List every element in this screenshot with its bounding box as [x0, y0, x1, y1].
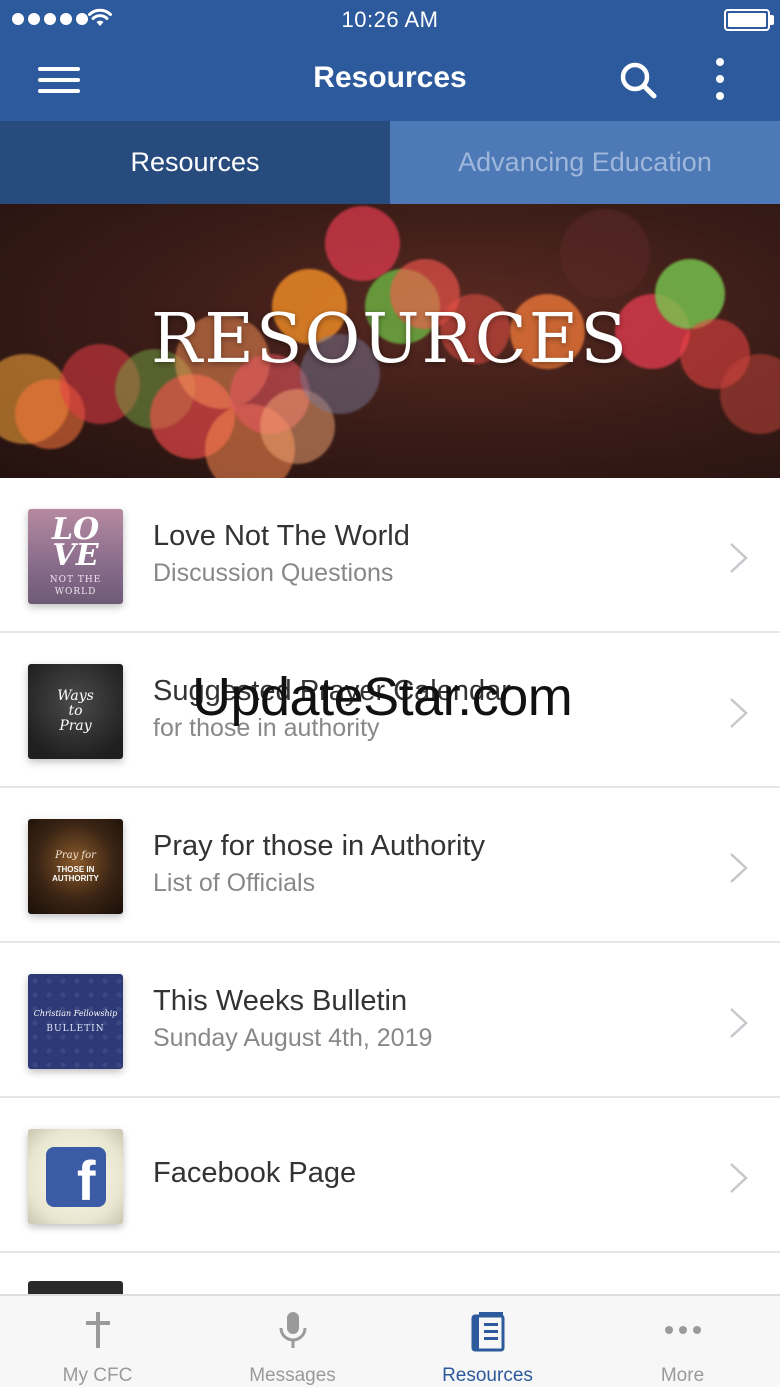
list-item-subtitle: Sunday August 4th, 2019 [153, 1024, 433, 1052]
microphone-icon [279, 1312, 306, 1348]
love-not-the-world-thumbnail: LO VE NOT THE WORLD [28, 509, 123, 604]
list-item[interactable]: Pray for THOSE IN AUTHORITY Pray for tho… [0, 788, 780, 943]
list-item-subtitle: Discussion Questions [153, 559, 394, 587]
tabbar-item-messages[interactable]: Messages [195, 1296, 390, 1387]
thumb-text: Christian Fellowship [33, 1009, 118, 1018]
list-item-title: Facebook Page [153, 1157, 357, 1189]
list-item-texts: Love Not The World Discussion Questions [153, 520, 410, 588]
list-item[interactable]: LO VE NOT THE WORLD Love Not The World D… [0, 478, 780, 633]
bulletin-thumbnail: Christian Fellowship BULLETIN [28, 974, 123, 1069]
segment-tabs: Resources Advancing Education [0, 121, 780, 204]
tabbar-item-more[interactable]: More [585, 1296, 780, 1387]
thumb-text: Ways [57, 688, 94, 704]
list-item-texts: This Weeks Bulletin Sunday August 4th, 2… [153, 985, 432, 1053]
battery-icon [724, 9, 770, 31]
partial-list-thumbnail [28, 1281, 123, 1295]
thumb-text: AUTHORITY [52, 874, 99, 883]
status-time: 10:26 AM [341, 7, 439, 32]
book-icon [471, 1312, 504, 1352]
list-item-texts: Suggested Prayer Calendar for those in a… [153, 675, 511, 743]
tab-advancing-education[interactable]: Advancing Education [390, 121, 780, 204]
list-item-texts: Facebook Page [153, 1157, 356, 1190]
battery-tip [770, 15, 774, 25]
facebook-icon: f [45, 1146, 106, 1210]
tabbar-item-my-cfc[interactable]: My CFC [0, 1296, 195, 1387]
chevron-right-icon [730, 1008, 748, 1038]
pray-for-authority-thumbnail: Pray for THOSE IN AUTHORITY [28, 819, 123, 914]
thumb-text: WORLD [54, 586, 97, 597]
thumb-text: Pray [59, 718, 92, 734]
hero-title: RESOURCES [151, 300, 629, 379]
page-title: Resources [313, 61, 467, 94]
chevron-right-icon [730, 698, 748, 728]
thumb-text: VE [52, 537, 99, 573]
list-item-title: Pray for those in Authority [153, 830, 486, 862]
ways-to-pray-thumbnail: Ways to Pray [28, 664, 123, 759]
list-item[interactable]: f Facebook Page [0, 1098, 780, 1253]
facebook-letter: f [76, 1148, 96, 1212]
list-item-subtitle: for those in authority [153, 714, 380, 742]
bottom-tab-bar: My CFC Messages Resources More [0, 1294, 780, 1387]
tab-resources[interactable]: Resources [0, 121, 390, 204]
list-item[interactable]: Christian Fellowship BULLETIN This Weeks… [0, 943, 780, 1098]
tabbar-label: More [660, 1365, 705, 1386]
hero-banner: RESOURCES [0, 204, 780, 478]
tabbar-item-resources[interactable]: Resources [390, 1296, 585, 1387]
list-item-title: This Weeks Bulletin [153, 985, 408, 1017]
chevron-right-icon [730, 1163, 748, 1193]
list-item-texts: Pray for those in Authority List of Offi… [153, 830, 485, 898]
thumb-text: NOT THE [49, 574, 102, 585]
thumb-text: THOSE IN [56, 865, 95, 874]
thumb-text: Pray for [55, 850, 96, 861]
thumb-text: to [68, 703, 83, 719]
list-item-title: Love Not The World [153, 520, 410, 552]
vertical-dots-icon[interactable] [714, 58, 726, 100]
thumb-text: BULLETIN [46, 1024, 105, 1034]
tabbar-label: Resources [442, 1365, 533, 1386]
cross-icon [85, 1312, 110, 1348]
chevron-right-icon [730, 853, 748, 883]
facebook-thumbnail: f [28, 1129, 123, 1224]
tabbar-label: Messages [249, 1365, 336, 1386]
resource-list: LO VE NOT THE WORLD Love Not The World D… [0, 478, 780, 1253]
list-item[interactable]: Ways to Pray Suggested Prayer Calendar f… [0, 633, 780, 788]
status-bar: 10:26 AM [0, 0, 780, 40]
tabbar-label: My CFC [62, 1365, 133, 1386]
list-item-subtitle: List of Officials [153, 869, 316, 897]
nav-bar: Resources [0, 40, 780, 121]
list-item-title: Suggested Prayer Calendar [153, 675, 511, 707]
search-icon[interactable] [618, 60, 658, 100]
horizontal-dots-icon [664, 1326, 701, 1334]
chevron-right-icon [730, 543, 748, 573]
